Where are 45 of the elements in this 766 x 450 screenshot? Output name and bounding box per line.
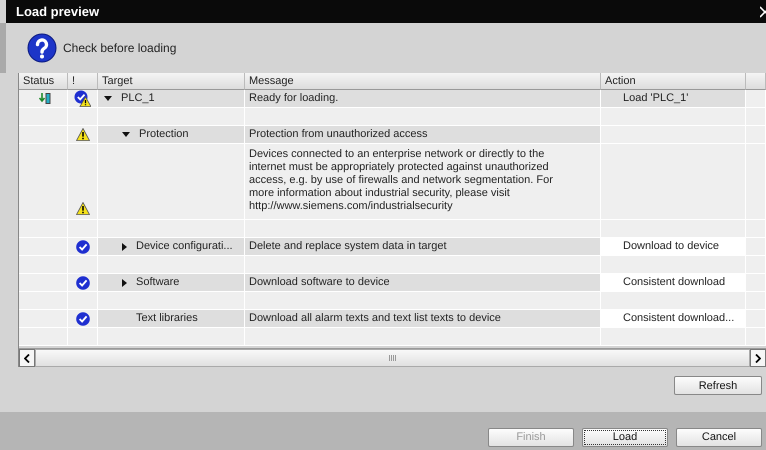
column-header bbox=[746, 73, 766, 90]
security-note: Devices connected to an enterprise network or directly to the internet must be appropriately protected against unauthorized access, e.g. by use of firewalls and network segmentation. For more information about industrial security, please visit http://www.siemens.com/industrialsecurity bbox=[245, 144, 601, 220]
table-cell bbox=[19, 328, 68, 346]
scroll-left-button[interactable] bbox=[19, 349, 35, 367]
column-header[interactable]: Status bbox=[19, 73, 68, 90]
message-cell: Download software to device bbox=[245, 274, 601, 292]
expand-arrow-icon[interactable] bbox=[122, 278, 127, 286]
dialog-button[interactable]: Cancel bbox=[676, 428, 762, 446]
table-cell bbox=[746, 90, 766, 108]
chevron-right-icon bbox=[755, 354, 761, 362]
grip-icon bbox=[389, 355, 396, 361]
window-title: Load preview bbox=[16, 4, 100, 19]
table-cell bbox=[746, 328, 766, 346]
target-name[interactable]: Protection bbox=[139, 128, 189, 141]
target-name[interactable]: Device configurati... bbox=[136, 240, 233, 253]
target-name[interactable]: Software bbox=[136, 276, 180, 289]
target-name[interactable]: PLC_1 bbox=[121, 92, 155, 105]
column-header[interactable]: Action bbox=[601, 73, 746, 90]
question-icon bbox=[27, 33, 57, 63]
message-cell: Delete and replace system data in target bbox=[245, 238, 601, 256]
close-icon[interactable] bbox=[760, 6, 766, 18]
column-header[interactable]: Target bbox=[98, 73, 245, 90]
target-name[interactable]: Text libraries bbox=[136, 312, 198, 325]
action-cell[interactable]: Consistent download bbox=[601, 274, 746, 292]
collapse-arrow-icon[interactable] bbox=[104, 96, 112, 101]
collapse-arrow-icon[interactable] bbox=[122, 132, 130, 137]
table-cell bbox=[19, 256, 68, 274]
action-cell[interactable]: Load 'PLC_1' bbox=[601, 90, 746, 108]
message-cell: Download all alarm texts and text list texts to device bbox=[245, 310, 601, 328]
refresh-button[interactable]: Refresh bbox=[674, 376, 762, 395]
prompt-text: Check before loading bbox=[63, 41, 176, 55]
scroll-right-button[interactable] bbox=[750, 349, 766, 367]
dialog-button[interactable]: Load bbox=[582, 428, 668, 446]
expand-arrow-icon[interactable] bbox=[122, 242, 127, 250]
table-cell bbox=[19, 220, 68, 238]
message-cell: Ready for loading. bbox=[245, 90, 601, 108]
table-cell bbox=[746, 108, 766, 126]
column-header[interactable]: ! bbox=[68, 73, 98, 90]
column-header[interactable]: Message bbox=[245, 73, 601, 90]
message-cell: Protection from unauthorized access bbox=[245, 126, 601, 144]
action-cell[interactable]: Consistent download... bbox=[601, 310, 746, 328]
table-cell bbox=[19, 292, 68, 310]
chevron-left-icon bbox=[24, 354, 30, 362]
horizontal-scrollbar[interactable] bbox=[35, 349, 750, 367]
action-cell[interactable]: Download to device bbox=[601, 238, 746, 256]
